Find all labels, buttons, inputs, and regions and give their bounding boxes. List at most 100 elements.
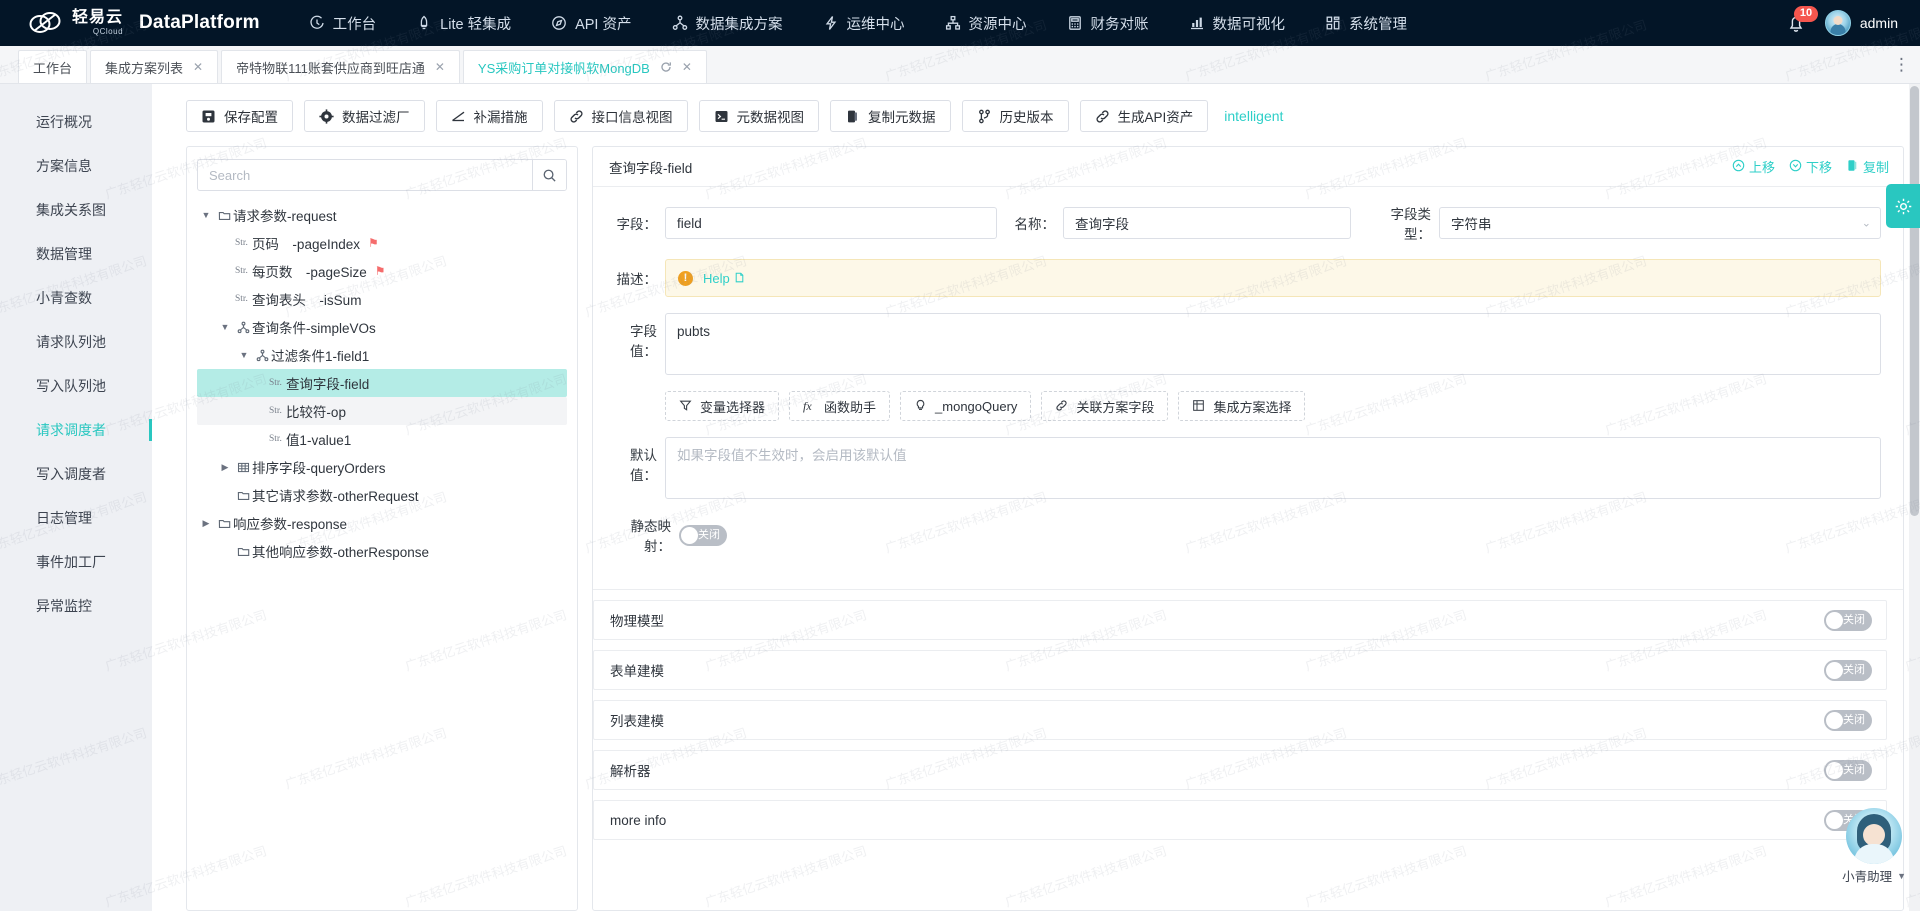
chevron-right-icon[interactable]: ▶	[197, 519, 215, 528]
tree-node-other-request[interactable]: ▶ 其它请求参数-otherRequest	[197, 481, 567, 509]
metadata-view-button[interactable]: 元数据视图	[699, 100, 820, 132]
sidebar-item-data-management[interactable]: 数据管理	[0, 232, 152, 276]
tab-workbench[interactable]: 工作台	[18, 50, 87, 83]
section-toggle[interactable]: 关闭	[1824, 760, 1872, 781]
chevron-down-icon[interactable]: ▼	[235, 351, 253, 360]
tree-node-query-orders[interactable]: ▶ 排序字段-queryOrders	[197, 453, 567, 481]
search-input[interactable]	[198, 160, 532, 190]
default-value-textarea[interactable]	[665, 437, 1881, 499]
section-toggle[interactable]: 关闭	[1824, 710, 1872, 731]
settings-gear-button[interactable]	[1886, 184, 1920, 228]
nav-item-finance-reconciliation[interactable]: 财务对账	[1048, 0, 1168, 46]
section-more-info[interactable]: more info 关闭	[593, 800, 1887, 840]
nav-item-lite-integration[interactable]: Lite 轻集成	[397, 0, 530, 46]
sidebar-item-exception-monitor[interactable]: 异常监控	[0, 584, 152, 628]
tab-dite-iot-supplier[interactable]: 帝特物联111账套供应商到旺店通 ✕	[221, 50, 460, 83]
tree-node-request[interactable]: ▼ 请求参数-request	[197, 201, 567, 229]
integration-plan-select-button[interactable]: 集成方案选择	[1178, 391, 1305, 421]
copy-metadata-button[interactable]: 复制元数据	[830, 100, 951, 132]
nav-item-ops-center[interactable]: 运维中心	[804, 0, 924, 46]
sidebar-item-plan-info[interactable]: 方案信息	[0, 144, 152, 188]
tree-node-other-response[interactable]: ▶ 其他响应参数-otherResponse	[197, 537, 567, 565]
leak-fix-button[interactable]: 补漏措施	[436, 100, 543, 132]
nav-item-resource-center[interactable]: 资源中心	[926, 0, 1046, 46]
notifications-button[interactable]: 10	[1785, 11, 1807, 35]
nav-item-system-management[interactable]: 系统管理	[1306, 0, 1426, 46]
tab-ys-purchase-order-mongodb[interactable]: YS采购订单对接帆软MongDB ✕	[463, 50, 707, 83]
section-toggle[interactable]: 关闭	[1824, 610, 1872, 631]
sidebar-item-write-queue-pool[interactable]: 写入队列池	[0, 364, 152, 408]
nav-item-data-integration-plan[interactable]: 数据集成方案	[653, 0, 802, 46]
data-filter-button[interactable]: 数据过滤厂	[304, 100, 425, 132]
chevron-down-icon[interactable]: ▼	[197, 211, 215, 220]
sidebar-item-run-overview[interactable]: 运行概况	[0, 100, 152, 144]
chevron-down-icon[interactable]: ▼	[1897, 871, 1906, 881]
section-parser[interactable]: 解析器 关闭	[593, 750, 1887, 790]
move-up-button[interactable]: 上移	[1732, 157, 1775, 176]
section-title: 物理模型	[610, 610, 664, 630]
tab-close-icon[interactable]: ✕	[682, 60, 692, 74]
tree-node-page-index[interactable]: Str. 页码 -pageIndex ⚑	[197, 229, 567, 257]
chevron-right-icon[interactable]: ▶	[216, 463, 234, 472]
refresh-icon[interactable]	[660, 61, 672, 73]
tree-node-simple-vos[interactable]: ▼ 查询条件-simpleVOs	[197, 313, 567, 341]
brand-logo-group[interactable]: 轻易云 QCloud	[28, 8, 125, 38]
sidebar-item-integration-graph[interactable]: 集成关系图	[0, 188, 152, 232]
save-config-button[interactable]: 保存配置	[186, 100, 293, 132]
table-icon	[234, 461, 252, 474]
chevron-up-circle-icon	[1732, 159, 1745, 175]
sidebar-item-request-scheduler[interactable]: 请求调度者	[0, 408, 152, 452]
name-input[interactable]	[1063, 207, 1351, 239]
section-physical-model[interactable]: 物理模型 关闭	[593, 600, 1887, 640]
sidebar-item-xiaoqing-query[interactable]: 小青查数	[0, 276, 152, 320]
move-down-button[interactable]: 下移	[1789, 157, 1832, 176]
related-plan-field-button[interactable]: 关联方案字段	[1041, 391, 1168, 421]
function-helper-button[interactable]: fx 函数助手	[789, 391, 890, 421]
nav-item-api-assets[interactable]: API 资产	[532, 0, 650, 46]
tree-node-field1[interactable]: ▼ 过滤条件1-field1	[197, 341, 567, 369]
history-version-button[interactable]: 历史版本	[962, 100, 1069, 132]
tree-node-field[interactable]: Str. 查询字段-field	[197, 369, 567, 397]
sidebar-item-log-management[interactable]: 日志管理	[0, 496, 152, 540]
tree-node-is-sum[interactable]: Str. 查询表头 -isSum	[197, 285, 567, 313]
tree-node-page-size[interactable]: Str. 每页数 -pageSize ⚑	[197, 257, 567, 285]
tab-integration-plan-list[interactable]: 集成方案列表 ✕	[90, 50, 218, 83]
tree-node-value1[interactable]: Str. 值1-value1	[197, 425, 567, 453]
nav-item-workbench[interactable]: 工作台	[290, 0, 396, 46]
tab-close-icon[interactable]: ✕	[193, 60, 203, 74]
mongo-query-button[interactable]: _mongoQuery	[900, 391, 1031, 421]
generate-api-asset-button[interactable]: 生成API资产	[1080, 100, 1209, 132]
main-nav-items: 工作台 Lite 轻集成 API 资产	[290, 0, 1426, 46]
sidebar-item-write-scheduler[interactable]: 写入调度者	[0, 452, 152, 496]
static-mapping-toggle[interactable]: 关闭	[679, 525, 727, 546]
help-link[interactable]: Help	[703, 271, 745, 286]
tree-node-op[interactable]: Str. 比较符-op	[197, 397, 567, 425]
nav-label: 数据集成方案	[696, 13, 783, 34]
field-input[interactable]	[665, 207, 997, 239]
sidebar-item-event-factory[interactable]: 事件加工厂	[0, 540, 152, 584]
variable-selector-button[interactable]: 变量选择器	[665, 391, 779, 421]
sidebar-item-request-queue-pool[interactable]: 请求队列池	[0, 320, 152, 364]
field-type-select[interactable]	[1439, 207, 1881, 239]
tab-close-icon[interactable]: ✕	[435, 60, 445, 74]
tab-overflow-menu-button[interactable]: ⋮	[1884, 46, 1920, 83]
copy-button[interactable]: 复制	[1846, 157, 1889, 176]
assistant-widget[interactable]: 小青助理 ▼	[1842, 808, 1906, 885]
section-form-modeling[interactable]: 表单建模 关闭	[593, 650, 1887, 690]
top-navigation-bar: 轻易云 QCloud DataPlatform 工作台 Lite 轻集成	[0, 0, 1920, 46]
tree-node-label: 其他响应参数-otherResponse	[252, 541, 429, 561]
user-menu[interactable]: admin	[1825, 10, 1898, 36]
chevron-down-icon[interactable]: ▼	[216, 323, 234, 332]
clock-icon	[309, 15, 325, 31]
scrollbar-thumb[interactable]	[1910, 86, 1919, 516]
search-button[interactable]	[532, 160, 566, 190]
section-toggle[interactable]: 关闭	[1824, 660, 1872, 681]
tree-node-response[interactable]: ▶ 响应参数-response	[197, 509, 567, 537]
sidebar-label: 异常监控	[36, 596, 92, 616]
field-label: 字段：	[607, 213, 665, 233]
nav-item-data-visualization[interactable]: 数据可视化	[1170, 0, 1305, 46]
section-list-modeling[interactable]: 列表建模 关闭	[593, 700, 1887, 740]
intelligent-link[interactable]: intelligent	[1224, 108, 1283, 124]
interface-info-view-button[interactable]: 接口信息视图	[554, 100, 688, 132]
field-value-textarea[interactable]: pubts	[665, 313, 1881, 375]
